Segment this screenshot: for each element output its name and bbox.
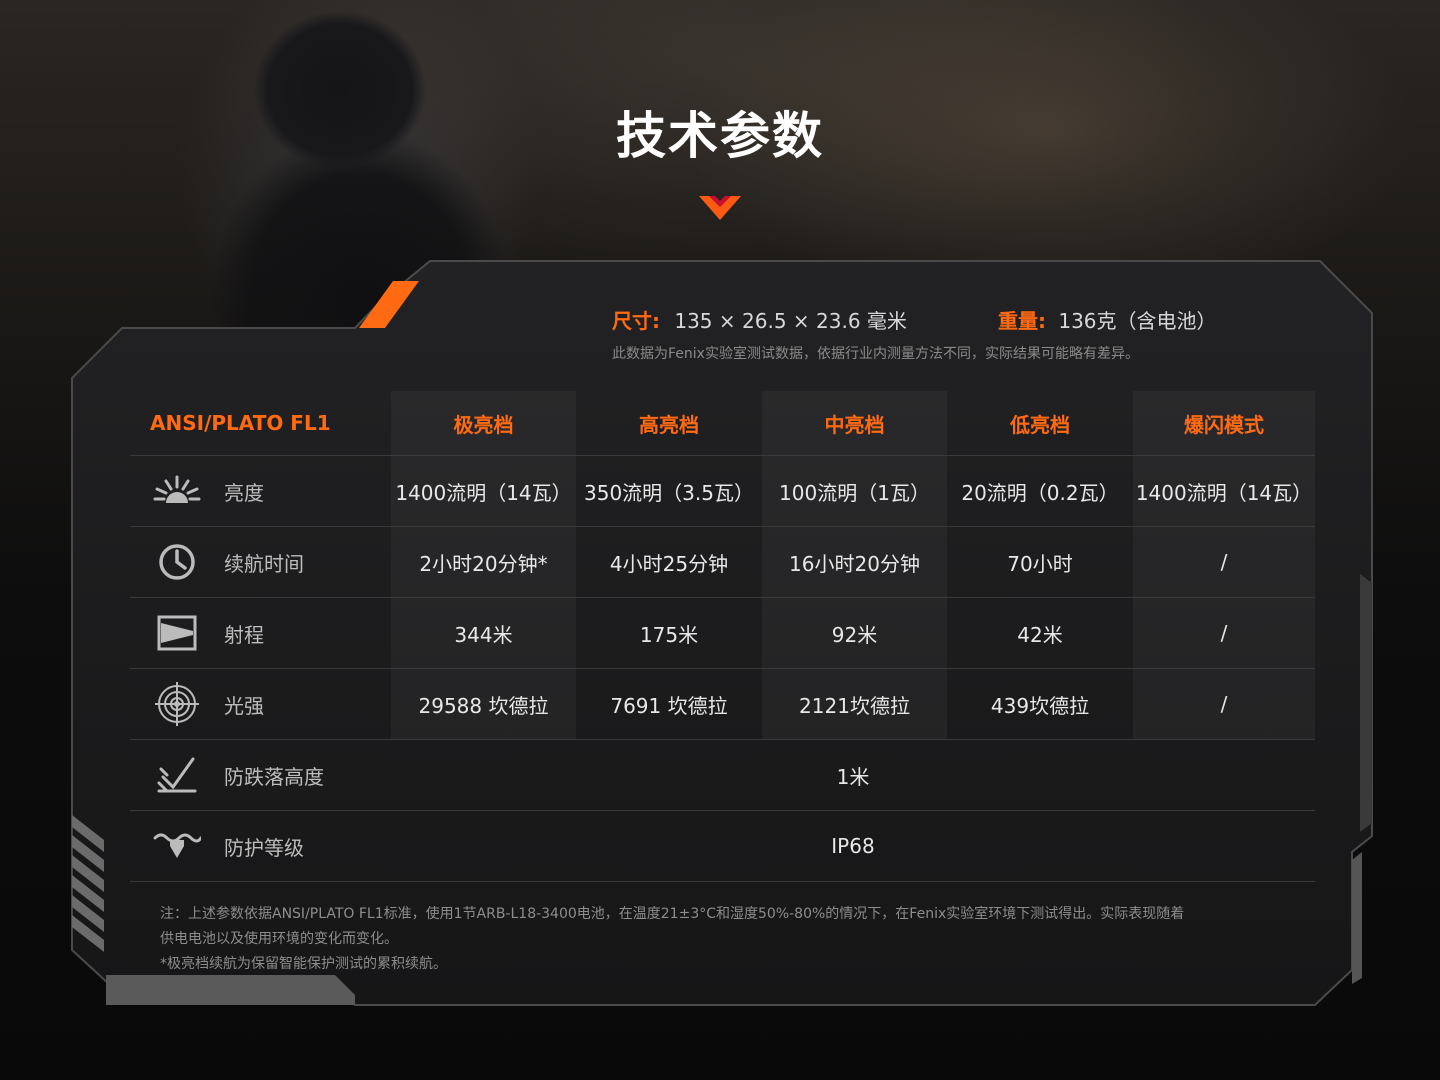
- value-cell: 20流明（0.2瓦）: [961, 480, 1119, 505]
- value-cell: 42米: [1017, 622, 1063, 647]
- waterproof-icon: [152, 826, 202, 866]
- value-cell: 100流明（1瓦）: [762, 456, 947, 526]
- value-cell: 7691 坎德拉: [610, 693, 728, 718]
- table-row: 光强 29588 坎德拉 7691 坎德拉 2121坎德拉 439坎德拉 /: [130, 669, 1315, 740]
- row-label: 光强: [224, 693, 264, 718]
- mode-medium: 中亮档: [762, 391, 947, 455]
- clock-icon: [152, 542, 202, 582]
- range-icon: [152, 613, 202, 653]
- value-cell: 350流明（3.5瓦）: [584, 480, 754, 505]
- spec-table: ANSI/PLATO FL1 极亮档 高亮档 中亮档 低亮档 爆闪模式 亮度 1…: [130, 391, 1315, 882]
- value-cell: 344米: [391, 598, 576, 668]
- value-cell: /: [1133, 527, 1315, 597]
- value-cell: 4小时25分钟: [609, 551, 729, 576]
- value-cell: 1400流明（14瓦）: [391, 456, 576, 526]
- weight-label: 重量:: [998, 309, 1046, 333]
- row-label: 防跌落高度: [224, 764, 324, 789]
- mode-low: 低亮档: [1010, 412, 1070, 437]
- table-row: 射程 344米 175米 92米 42米 /: [130, 598, 1315, 669]
- row-label: 防护等级: [224, 835, 304, 860]
- value-cell: 175米: [639, 622, 699, 647]
- value-cell: 92米: [762, 598, 947, 668]
- size-label: 尺寸:: [612, 309, 660, 333]
- table-row: 防护等级 IP68: [130, 811, 1315, 882]
- size-spec: 尺寸: 135 × 26.5 × 23.6 毫米: [612, 305, 907, 334]
- mode-turbo: 极亮档: [391, 391, 576, 455]
- standard-label: ANSI/PLATO FL1: [150, 411, 331, 435]
- weight-value: 136克（含电池）: [1058, 309, 1217, 333]
- value-cell: 70小时: [1007, 551, 1073, 576]
- table-row: 亮度 1400流明（14瓦） 350流明（3.5瓦） 100流明（1瓦） 20流…: [130, 456, 1315, 527]
- size-value: 135 × 26.5 × 23.6 毫米: [674, 309, 907, 333]
- value-cell: 1400流明（14瓦）: [1133, 456, 1315, 526]
- target-icon: [152, 682, 202, 726]
- value-cell: 1米: [836, 764, 870, 789]
- value-cell: /: [1133, 669, 1315, 739]
- value-cell: 29588 坎德拉: [391, 669, 576, 739]
- value-cell: 16小时20分钟: [762, 527, 947, 597]
- test-disclaimer: 此数据为Fenix实验室测试数据，依据行业内测量方法不同，实际结果可能略有差异。: [612, 346, 1139, 362]
- footnote-line: 供电电池以及使用环境的变化而变化。: [160, 931, 398, 947]
- value-cell: IP68: [831, 834, 875, 858]
- table-header-row: ANSI/PLATO FL1 极亮档 高亮档 中亮档 低亮档 爆闪模式: [130, 391, 1315, 456]
- brightness-icon: [152, 471, 202, 511]
- table-row: 续航时间 2小时20分钟* 4小时25分钟 16小时20分钟 70小时 /: [130, 527, 1315, 598]
- mode-high: 高亮档: [639, 412, 699, 437]
- value-cell: 2121坎德拉: [762, 669, 947, 739]
- weight-spec: 重量: 136克（含电池）: [998, 305, 1217, 334]
- mode-strobe: 爆闪模式: [1133, 391, 1315, 455]
- value-cell: 2小时20分钟*: [391, 527, 576, 597]
- footnote-line: 注：上述参数依据ANSI/PLATO FL1标准，使用1节ARB-L18-340…: [160, 906, 1185, 922]
- value-cell: 439坎德拉: [990, 693, 1090, 718]
- impact-resistance-icon: [152, 755, 202, 795]
- footnote: 注：上述参数依据ANSI/PLATO FL1标准，使用1节ARB-L18-340…: [160, 902, 1300, 977]
- row-label: 亮度: [224, 480, 264, 505]
- footnote-line: *极亮档续航为保留智能保护测试的累积续航。: [160, 956, 447, 972]
- table-row: 防跌落高度 1米: [130, 740, 1315, 811]
- value-cell: /: [1133, 598, 1315, 668]
- row-label: 射程: [224, 622, 264, 647]
- row-label: 续航时间: [224, 551, 304, 576]
